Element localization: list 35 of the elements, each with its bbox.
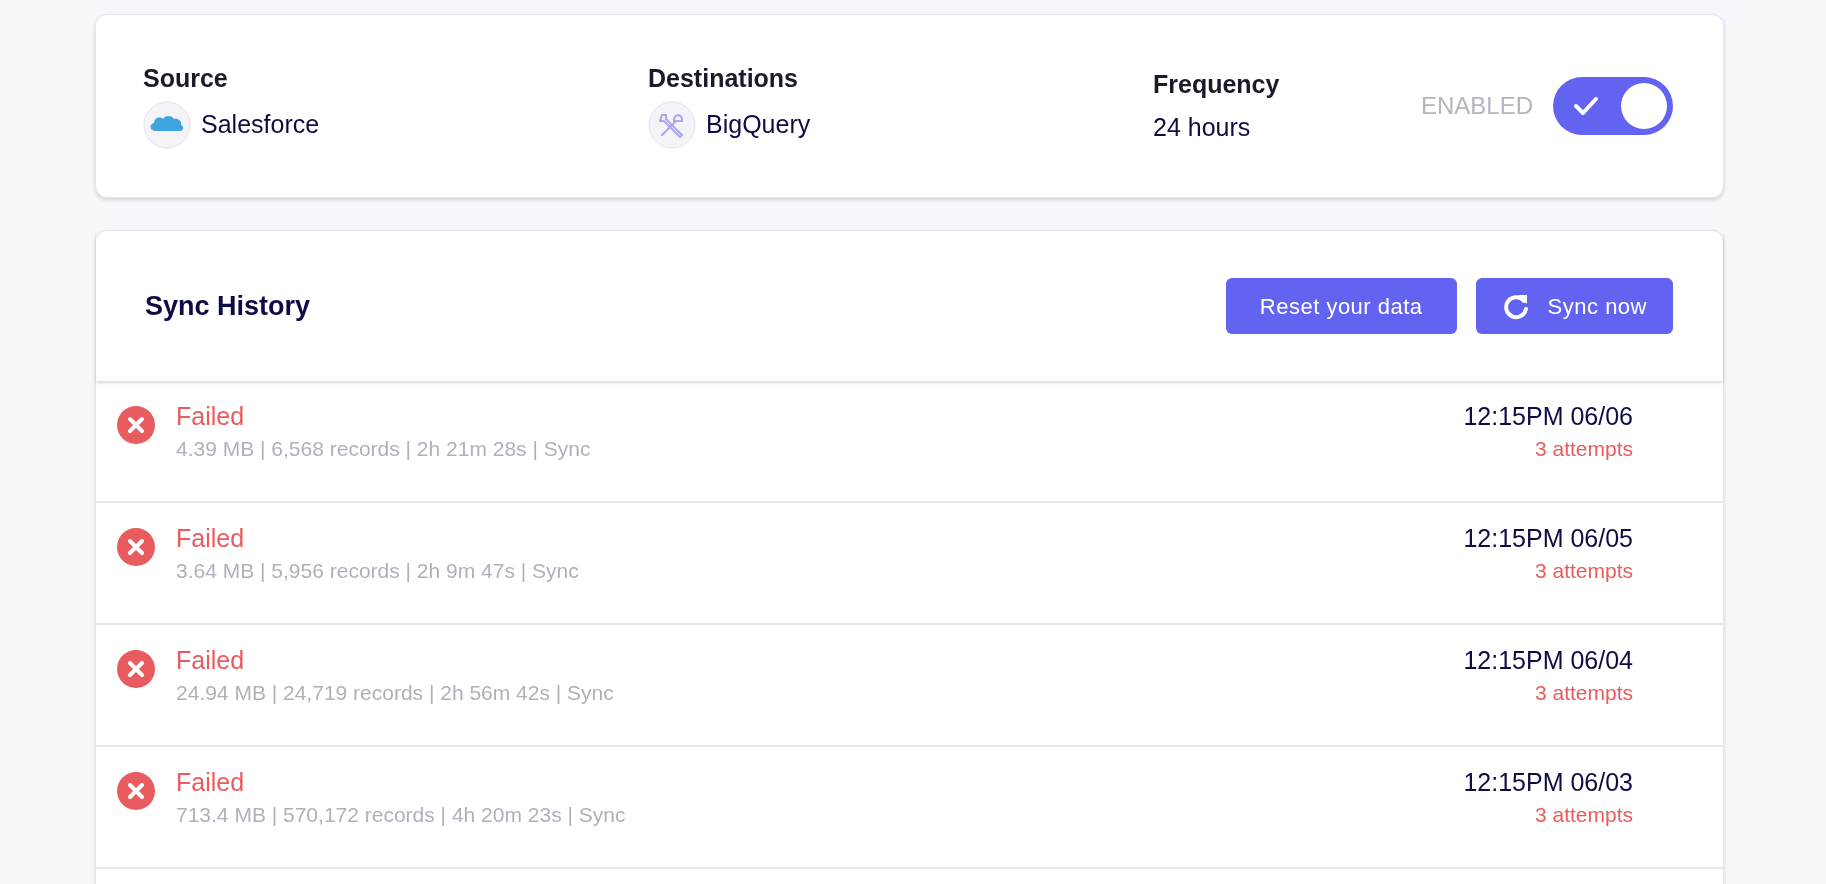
error-icon	[116, 405, 156, 445]
attempts-count: 3 attempts	[1534, 436, 1633, 463]
error-icon	[116, 649, 156, 689]
attempts-count: 3 attempts	[1534, 558, 1633, 585]
field-label: Source	[143, 63, 228, 95]
toggle-switch[interactable]	[1553, 77, 1673, 135]
toggle-label: ENABLED	[1420, 91, 1533, 121]
sync-time: 12:15PM 06/06	[1463, 401, 1633, 432]
error-icon	[116, 527, 156, 567]
sync-now-button[interactable]: Sync now	[1475, 278, 1673, 334]
field-value: Salesforce	[201, 109, 320, 140]
status-text: Failed	[176, 645, 245, 676]
status-text: Failed	[176, 523, 245, 554]
field-label: Frequency	[1153, 68, 1280, 100]
sync-details: 3.64 MB | 5,956 records | 2h 9m 47s | Sync	[176, 558, 579, 585]
attempts-count: 3 attempts	[1534, 802, 1633, 829]
section-title: Sync History	[145, 289, 311, 323]
sync-details: 24.94 MB | 24,719 records | 2h 56m 42s | Sync	[176, 680, 614, 707]
check-icon	[1573, 96, 1599, 116]
refresh-icon	[1501, 292, 1530, 320]
cloud-logo-icon	[143, 100, 191, 149]
attempts-count: 3 attempts	[1534, 680, 1633, 707]
error-icon	[116, 771, 156, 811]
sync-time: 12:15PM 06/04	[1463, 645, 1633, 676]
tools-icon	[648, 100, 696, 149]
field-label: Destinations	[648, 63, 799, 95]
sync-time: 12:15PM 06/03	[1463, 767, 1633, 798]
status-text: Failed	[176, 767, 245, 798]
sync-details: 4.39 MB | 6,568 records | 2h 21m 28s | Sync	[176, 436, 591, 463]
sync-time: 12:15PM 06/05	[1463, 523, 1633, 554]
field-value: BigQuery	[706, 109, 811, 140]
status-text: Failed	[176, 401, 245, 432]
field-value: 24 hours	[1153, 112, 1251, 143]
reset-data-button[interactable]: Reset your data	[1225, 278, 1457, 334]
sync-details: 713.4 MB | 570,172 records | 4h 20m 23s | Sync	[176, 802, 626, 829]
